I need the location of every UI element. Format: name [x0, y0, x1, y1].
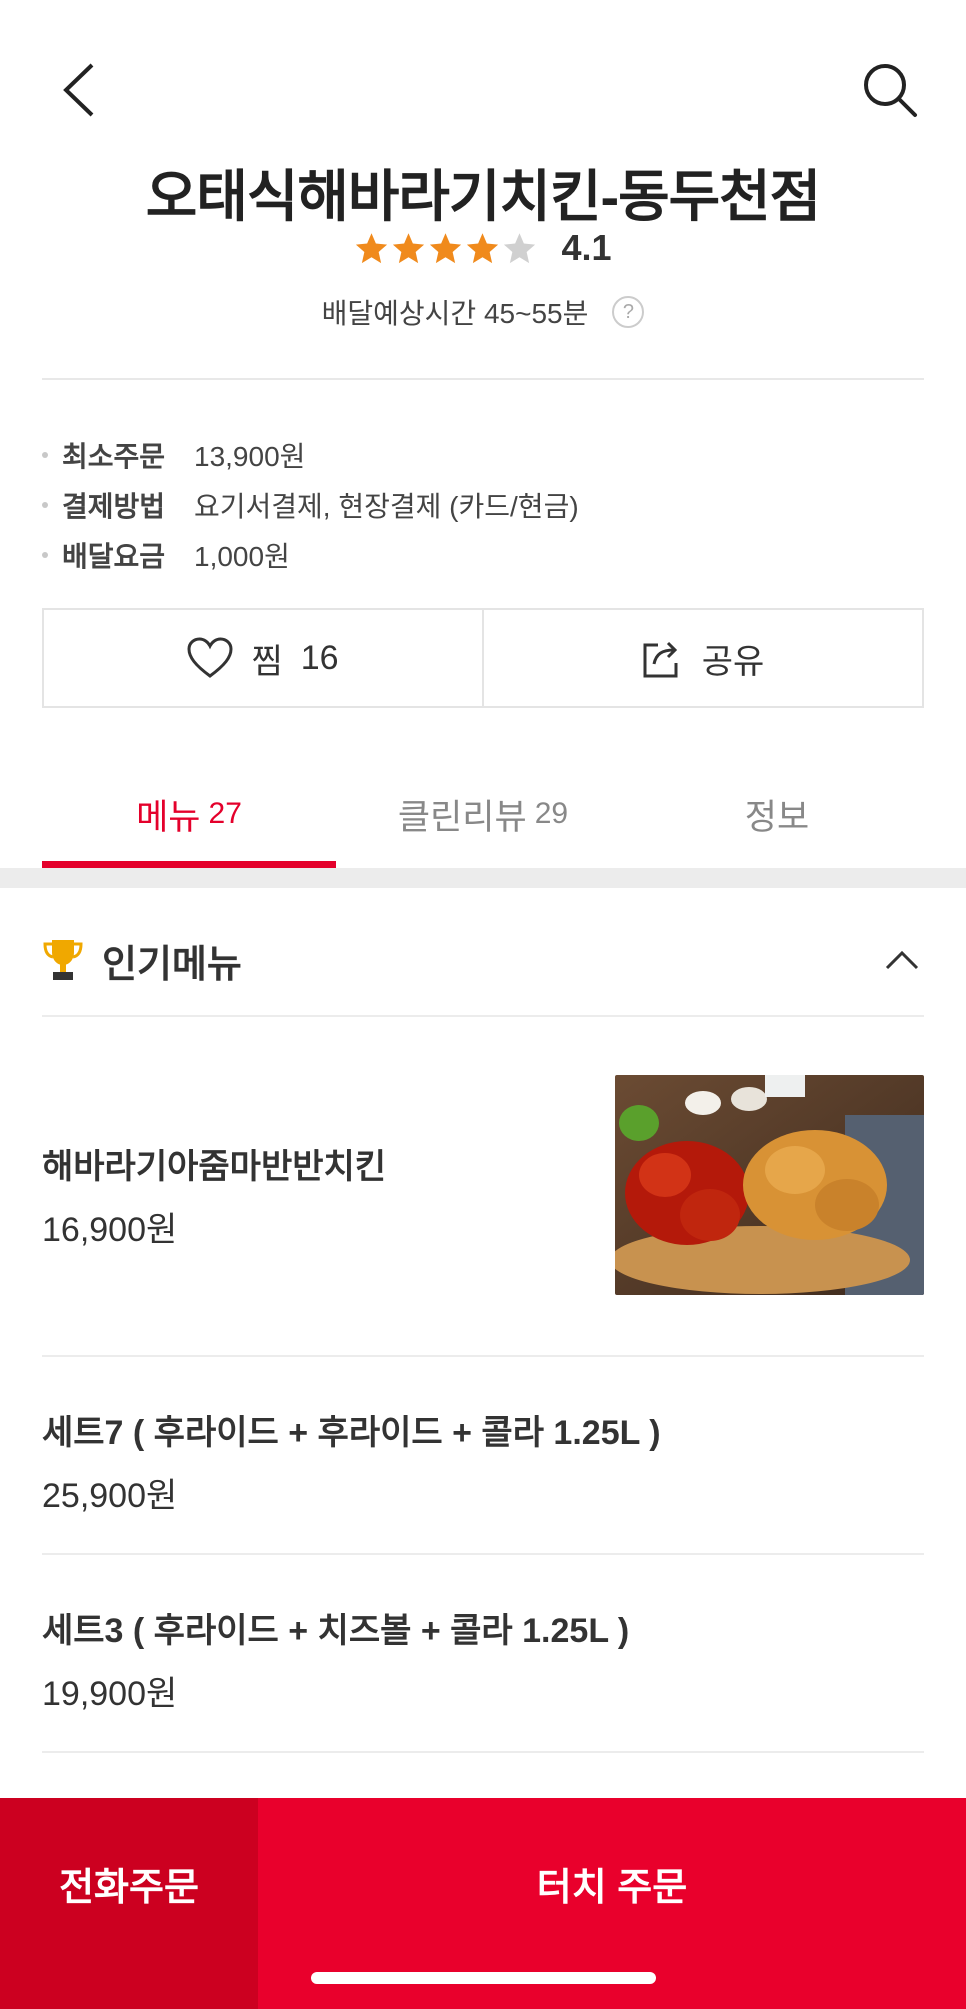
tab-label: 클린리뷰 [397, 797, 527, 837]
star-filled-icon [356, 232, 388, 263]
tab-clean-review[interactable]: 클린리뷰 29 [336, 760, 630, 868]
back-button[interactable] [48, 55, 108, 125]
info-payment-methods: 결제방법 요기서결제, 현장결제 (카드/현금) [42, 480, 924, 530]
tab-bar: 메뉴 27 클린리뷰 29 정보 [42, 760, 924, 868]
section-gap [0, 868, 966, 888]
menu-item-name: 세트3 ( 후라이드 + 치즈볼 + 콜라 1.25L ) [42, 1612, 630, 1650]
chicken-photo [615, 1075, 924, 1295]
menu-item-price: 19,900원 [42, 1675, 178, 1713]
info-label: 결제방법 [62, 491, 166, 522]
menu-item[interactable]: 세트7 ( 후라이드 + 후라이드 + 콜라 1.25L ) 25,900원 [42, 1357, 924, 1555]
chevron-up-icon [885, 950, 919, 970]
star-filled-icon [393, 232, 425, 263]
tab-label: 메뉴 [136, 797, 201, 837]
info-min-order: 최소주문 13,900원 [42, 430, 924, 480]
trophy-icon [43, 940, 83, 980]
rating-row: 4.1 [0, 227, 966, 269]
tab-count: 27 [208, 797, 242, 830]
like-button[interactable]: 찜 16 [44, 610, 482, 706]
menu-item-name: 세트7 ( 후라이드 + 후라이드 + 콜라 1.25L ) [42, 1414, 661, 1452]
action-box: 찜 16 공유 [42, 608, 924, 708]
info-value: 1,000원 [194, 541, 290, 572]
chevron-left-icon [63, 63, 94, 117]
search-icon [864, 64, 917, 117]
menu-item[interactable]: 해바라기아줌마반반치킨 16,900원 [42, 1019, 924, 1357]
delivery-eta-row: 배달예상시간 45~55분 ? [0, 292, 966, 332]
info-value: 13,900원 [194, 441, 306, 472]
top-bar [0, 0, 966, 150]
tab-info[interactable]: 정보 [630, 760, 924, 868]
info-label: 최소주문 [62, 441, 166, 472]
heart-icon [187, 637, 233, 678]
star-empty-icon [504, 232, 536, 263]
share-label: 공유 [701, 642, 765, 681]
search-button[interactable] [855, 55, 925, 125]
info-label: 배달요금 [62, 541, 166, 572]
phone-order-button[interactable]: 전화주문 [0, 1798, 258, 2009]
menu-item[interactable]: 세트3 ( 후라이드 + 치즈볼 + 콜라 1.25L ) 19,900원 [42, 1555, 924, 1753]
tab-menu[interactable]: 메뉴 27 [42, 760, 336, 868]
divider [42, 378, 924, 380]
delivery-eta-text: 배달예상시간 45~55분 [321, 298, 589, 329]
rating-stars [354, 231, 537, 266]
collapse-button[interactable] [880, 938, 924, 982]
rating-value: 4.1 [561, 227, 612, 268]
info-value: 요기서결제, 현장결제 (카드/현금) [194, 491, 579, 522]
tab-count: 29 [534, 797, 569, 830]
bullet [42, 552, 48, 558]
like-count: 16 [300, 638, 339, 677]
section-title: 인기메뉴 [102, 943, 242, 986]
menu-item-price: 25,900원 [42, 1477, 178, 1515]
store-title: 오태식해바라기치킨-동두천점 [145, 165, 821, 228]
share-button[interactable]: 공유 [482, 610, 922, 706]
bullet [42, 502, 48, 508]
share-icon [643, 641, 678, 678]
like-label: 찜 [251, 642, 283, 681]
help-icon[interactable]: ? [612, 296, 645, 328]
tab-label: 정보 [744, 797, 810, 837]
star-filled-icon [430, 232, 462, 263]
menu-item-photo [615, 1075, 924, 1295]
bullet [42, 452, 48, 458]
store-info-list: 최소주문 13,900원 결제방법 요기서결제, 현장결제 (카드/현금) 배달… [42, 430, 924, 580]
popular-menu-header[interactable]: 인기메뉴 [42, 905, 924, 1017]
info-delivery-fee: 배달요금 1,000원 [42, 530, 924, 580]
home-indicator[interactable] [311, 1972, 656, 1984]
star-filled-icon [467, 232, 499, 263]
